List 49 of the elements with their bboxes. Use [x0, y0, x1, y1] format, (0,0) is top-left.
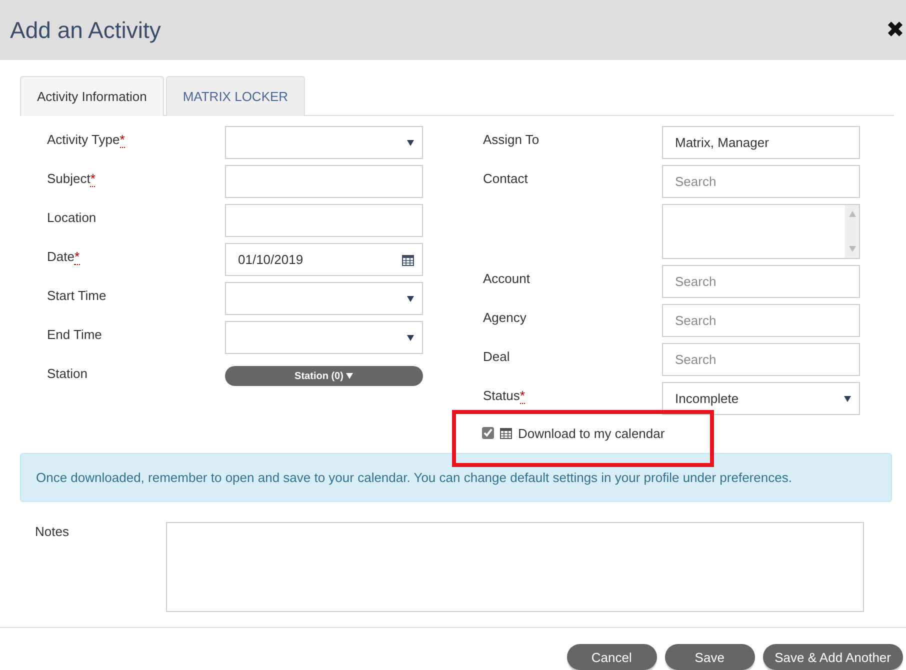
- caret-icon: [407, 334, 414, 340]
- input-field[interactable]: Matrix, Manager: [662, 126, 860, 159]
- select-field[interactable]: [225, 282, 423, 315]
- caret-icon: [346, 373, 354, 379]
- input-field[interactable]: [225, 165, 423, 198]
- list-box[interactable]: [662, 204, 860, 259]
- calendar-icon: [402, 254, 414, 266]
- caret-icon: [844, 396, 851, 402]
- action-button[interactable]: Save & Add Another: [762, 644, 903, 670]
- search-field[interactable]: Search: [662, 165, 860, 198]
- field-label: Activity Type*: [47, 131, 126, 147]
- field-label: Subject*: [47, 170, 96, 186]
- scrollbar[interactable]: [845, 205, 859, 258]
- field-label: Status*: [483, 387, 526, 403]
- search-field[interactable]: Search: [662, 343, 860, 376]
- field-label: Account: [483, 270, 531, 286]
- window-title: Add an Activity: [10, 16, 161, 44]
- search-field[interactable]: Search: [662, 304, 860, 337]
- select-field[interactable]: [225, 126, 423, 159]
- caret-icon: [848, 246, 856, 252]
- field-label: Date*: [47, 248, 81, 264]
- date-field[interactable]: 01/10/2019: [225, 243, 423, 276]
- tab[interactable]: Activity Information: [20, 76, 164, 116]
- action-button[interactable]: Cancel: [566, 644, 657, 670]
- search-field[interactable]: Search: [662, 265, 860, 298]
- checkbox-label: Download to my calendar: [518, 426, 665, 440]
- notes-field[interactable]: [166, 522, 864, 612]
- field-label: Agency: [483, 309, 528, 325]
- checkbox[interactable]: [482, 427, 494, 439]
- calendar-icon: [500, 427, 512, 439]
- select-field[interactable]: [225, 321, 423, 354]
- field-label: End Time: [47, 326, 103, 342]
- close-button[interactable]: ✖: [886, 17, 906, 43]
- field-label: Station: [47, 365, 88, 381]
- station-dropdown-button[interactable]: Station (0): [225, 366, 423, 386]
- field-label: Start Time: [47, 287, 108, 303]
- field-label: Location: [47, 209, 98, 225]
- field-label: Assign To: [483, 131, 540, 147]
- info-message: Once downloaded, remember to open and save to your calendar. You can change default settings in your profile under preferences.: [20, 453, 892, 502]
- input-field[interactable]: [225, 204, 423, 237]
- caret-icon: [407, 296, 414, 302]
- tab[interactable]: MATRIX LOCKER: [166, 76, 306, 116]
- field-label: Notes: [35, 523, 70, 541]
- field-label: Deal: [483, 348, 511, 364]
- field-label: Contact: [483, 170, 529, 186]
- action-button[interactable]: Save: [664, 644, 755, 670]
- caret-icon: [407, 140, 414, 146]
- select-field[interactable]: Incomplete: [662, 382, 860, 415]
- up-arrow-icon: [848, 211, 856, 217]
